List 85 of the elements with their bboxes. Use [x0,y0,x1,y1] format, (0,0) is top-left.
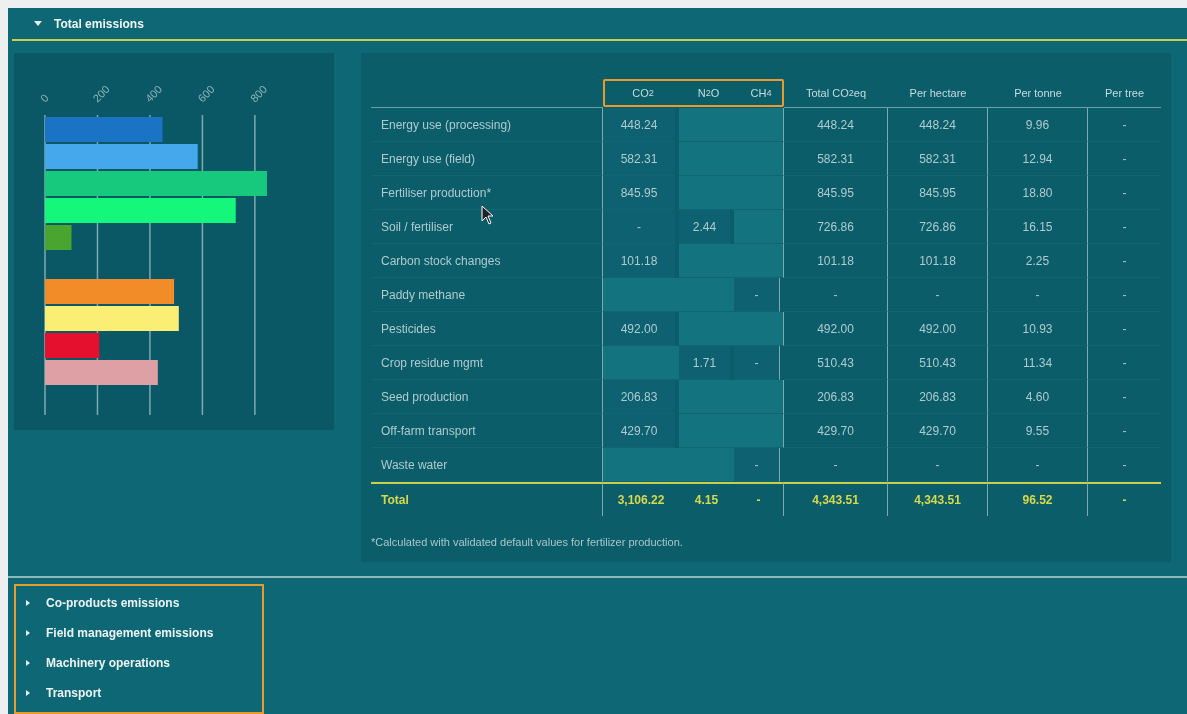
bar [45,333,100,358]
table-cell: 206.83 [784,380,888,414]
caret-icon[interactable] [24,659,32,667]
table-cell: 9.96 [988,108,1088,142]
table-cell: 11.34 [988,346,1088,380]
column-header: Per hectare [888,79,988,108]
table-cell: 845.95 [784,176,888,210]
table-cell: 2.25 [988,244,1088,278]
section-title[interactable]: Co-products emissions [46,596,180,610]
axis-tick-label: 800 [247,82,270,105]
table-cell: 4.60 [988,380,1088,414]
table-cell: - [1088,414,1161,448]
table-cell: 448.24 [603,108,675,142]
table-cell: 9.55 [988,414,1088,448]
table-cell: 510.43 [888,346,988,380]
empty-cell [734,210,784,244]
axis-tick-label: 200 [90,82,112,105]
column-header: Per tonne [988,79,1088,108]
section-title[interactable]: Machinery operations [46,656,171,670]
table-cell: 4,343.51 [888,482,988,516]
table-cell: - [1088,142,1161,176]
table-cell: - [734,482,784,516]
table-cell: 492.00 [603,312,675,346]
table-cell: - [734,278,780,312]
table-cell: 101.18 [888,244,988,278]
caret-icon[interactable] [24,599,32,607]
table-cell: 12.94 [988,142,1088,176]
table-cell: - [603,210,675,244]
table-cell: 845.95 [888,176,988,210]
axis-tick-label: 600 [195,82,217,105]
table-cell: 726.86 [888,210,988,244]
table-cell: - [1088,176,1161,210]
table-cell: - [784,278,888,312]
table-cell: - [988,278,1088,312]
bar [45,225,72,250]
table-cell: 429.70 [784,414,888,448]
table-cell: 845.95 [603,176,675,210]
table-cell: - [784,448,888,482]
table-cell: 206.83 [888,380,988,414]
table-cell: 448.24 [888,108,988,142]
table-cell: 429.70 [603,414,675,448]
table-cell: 726.86 [784,210,888,244]
table-cell: - [888,278,988,312]
table-cell: 16.15 [988,210,1088,244]
table-cell: 101.18 [603,244,675,278]
section-title[interactable]: Field management emissions [46,626,214,640]
table-cell: - [1088,448,1161,482]
table-cell: 2.44 [679,210,730,244]
table-cell: - [1088,244,1161,278]
table-cell: - [1088,380,1161,414]
table-cell: - [888,448,988,482]
table-cell: - [1088,210,1161,244]
table-cell: 492.00 [888,312,988,346]
caret-icon[interactable] [34,20,42,27]
table-cell: - [1088,278,1161,312]
table-cell: - [1088,482,1161,516]
table-cell: 10.93 [988,312,1088,346]
table-cell: - [734,448,780,482]
axis-tick-label: 0 [37,91,51,105]
table-cell: 101.18 [784,244,888,278]
column-header: Per tree [1088,79,1161,108]
table-cell: 582.31 [888,142,988,176]
table-cell: 582.31 [603,142,675,176]
table-cell: 429.70 [888,414,988,448]
caret-icon[interactable] [24,689,32,697]
section-title[interactable]: Total emissions [54,16,144,31]
table-cell: 4,343.51 [784,482,888,516]
table-cell: - [1088,346,1161,380]
table-cell: 206.83 [603,380,675,414]
table-cell: - [1088,312,1161,346]
table-cell: - [1088,108,1161,142]
table-cell: - [988,448,1088,482]
table-cell: 582.31 [784,142,888,176]
section-title[interactable]: Transport [46,686,102,700]
table-cell: 18.80 [988,176,1088,210]
axis-tick-label: 400 [142,82,165,105]
table-cell: - [734,346,780,380]
caret-icon[interactable] [24,629,32,637]
cursor-icon [481,205,495,225]
table-cell: 96.52 [988,482,1088,516]
table-cell: 448.24 [784,108,888,142]
table-cell: 492.00 [784,312,888,346]
table-cell: 510.43 [784,346,888,380]
table-cell: 1.71 [679,346,730,380]
footnote: *Calculated with validated default values for fertilizer production. [371,535,684,548]
